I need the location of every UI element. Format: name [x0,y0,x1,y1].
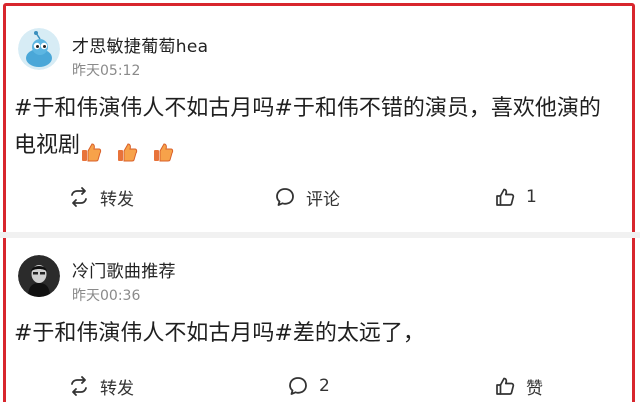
thumbs-up-icon [496,188,515,206]
comment-button[interactable]: 评论 [274,182,340,212]
comment-count: 2 [319,376,330,396]
comment-button[interactable]: 2 [287,371,330,401]
repost-icon [71,187,87,207]
comment-icon [289,377,307,395]
thumbs-up-icon [496,377,515,395]
post-actions: 转发 评论 1 [0,182,640,212]
post-text-line: #于和伟演伟人不如古月吗#于和伟不错的演员，喜欢他演的 [14,96,601,121]
username[interactable]: 才思敏捷葡萄hea [72,32,208,57]
like-count: 1 [526,187,537,207]
post-text: 电视剧 [14,133,81,158]
repost-button[interactable]: 转发 [68,182,134,212]
comment-label: 评论 [306,189,340,210]
repost-button[interactable]: 转发 [68,371,134,401]
post-content: #于和伟演伟人不如古月吗#差的太远了， [14,315,614,352]
post-actions: 转发 2 赞 [0,371,640,401]
post-time: 昨天00:36 [72,288,141,304]
username[interactable]: 冷门歌曲推荐 [72,257,176,282]
thumbs-up-emoji-icon [116,138,138,162]
post-content: #于和伟演伟人不如古月吗#于和伟不错的演员，喜欢他演的 电视剧 [14,90,614,167]
like-button[interactable]: 1 [494,182,537,212]
post-time: 昨天05:12 [72,63,141,79]
repost-icon [71,376,87,396]
comment-icon [276,188,294,206]
thumbs-up-emoji-icon [80,138,102,162]
avatar[interactable] [18,255,60,297]
avatar[interactable] [18,28,60,70]
repost-label: 转发 [100,378,134,399]
thumbs-up-emoji-icon [152,138,174,162]
like-button[interactable]: 赞 [494,371,543,401]
post: 才思敏捷葡萄hea 昨天05:12 #于和伟演伟人不如古月吗#于和伟不错的演员，… [0,0,640,233]
emoji-group [80,130,181,167]
post-text-line: #于和伟演伟人不如古月吗#差的太远了， [14,321,425,346]
like-label: 赞 [526,378,543,399]
post: 冷门歌曲推荐 昨天00:36 #于和伟演伟人不如古月吗#差的太远了， 转发 2 … [0,233,640,402]
post-text-line-2: 电视剧 [14,127,614,167]
repost-label: 转发 [100,189,134,210]
